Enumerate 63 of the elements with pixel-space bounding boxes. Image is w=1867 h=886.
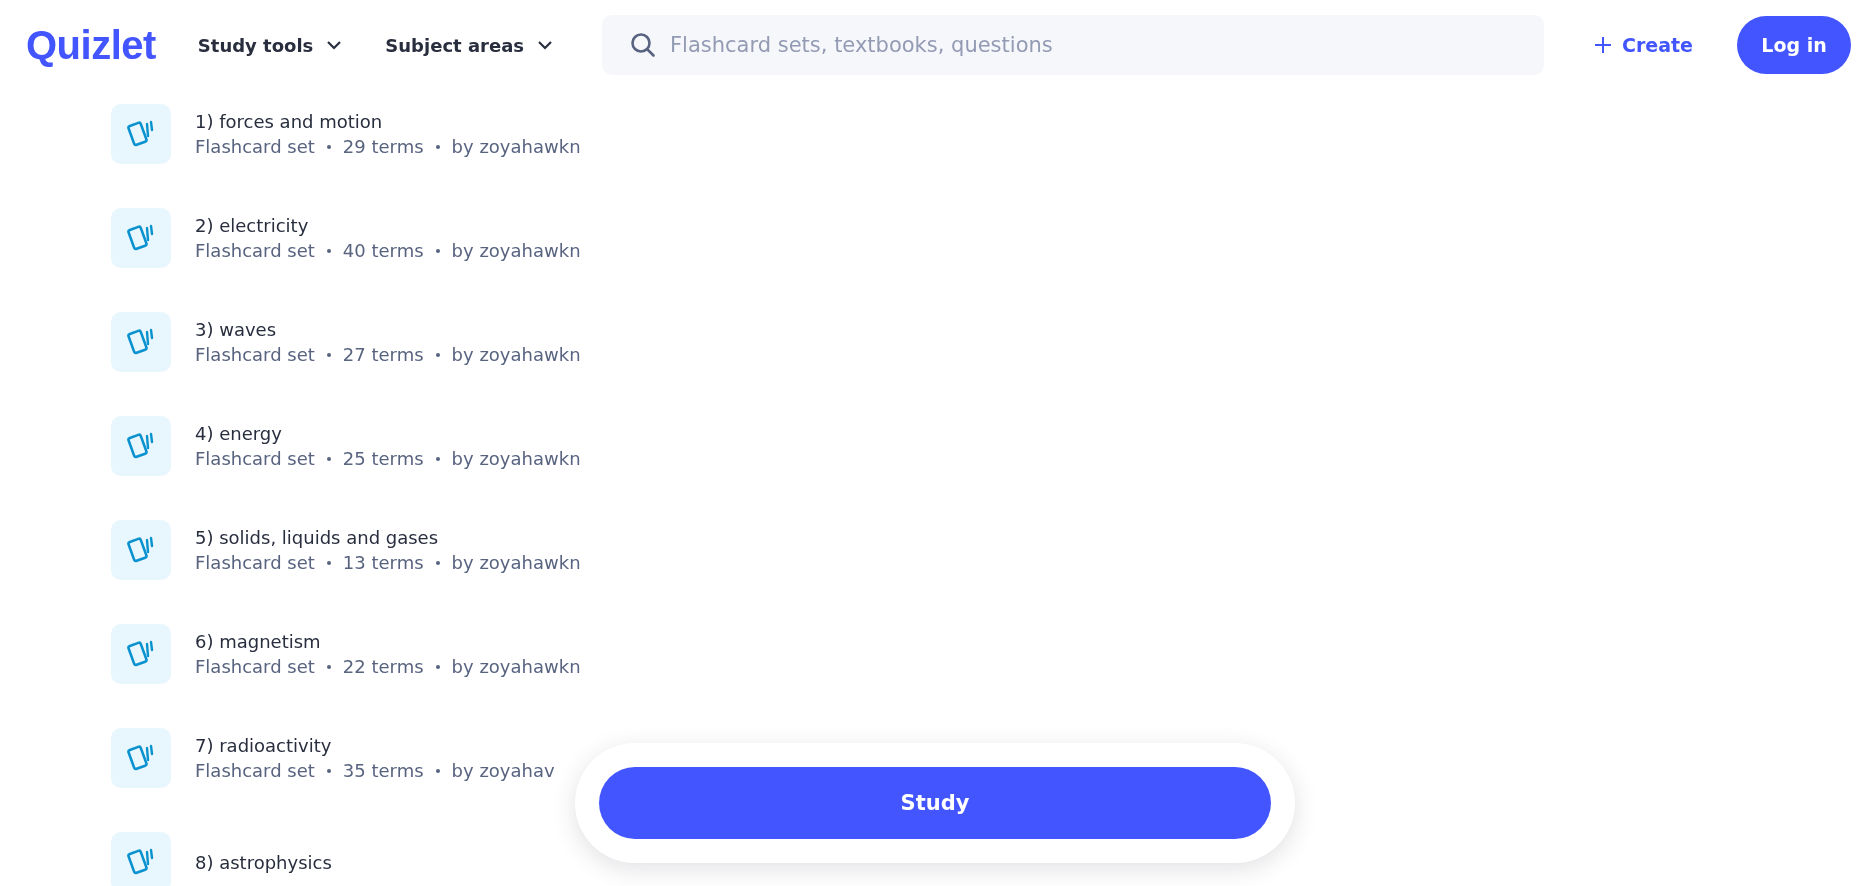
search-bar[interactable]: Flashcard sets, textbooks, questions: [602, 15, 1544, 75]
set-author: by zoyahawkn: [451, 136, 581, 157]
set-type: Flashcard set: [195, 136, 315, 157]
chevron-down-icon: [327, 40, 342, 50]
separator-dot: [435, 248, 440, 253]
term-count: 35 terms: [342, 760, 424, 781]
set-title[interactable]: 6) magnetism: [195, 631, 581, 652]
set-author: by zoyahawkn: [451, 552, 581, 573]
nav-menu-button[interactable]: Subject areas: [385, 34, 553, 56]
set-author: by zoyahav: [451, 760, 555, 781]
separator-dot: [435, 352, 440, 357]
flashcard-set-thumbnail[interactable]: [111, 832, 171, 886]
set-title[interactable]: 2) electricity: [195, 215, 581, 236]
set-type: Flashcard set: [195, 656, 315, 677]
separator-dot: [435, 768, 440, 773]
flashcard-set-thumbnail[interactable]: [111, 416, 171, 476]
chevron-down-icon: [538, 40, 553, 50]
separator-dot: [326, 352, 331, 357]
term-count: 25 terms: [342, 448, 424, 469]
set-type: Flashcard set: [195, 552, 315, 573]
set-title[interactable]: 7) radioactivity: [195, 735, 555, 756]
separator-dot: [435, 560, 440, 565]
study-button[interactable]: Study: [599, 767, 1271, 839]
set-title[interactable]: 1) forces and motion: [195, 111, 581, 132]
separator-dot: [435, 456, 440, 461]
search-field[interactable]: Flashcard sets, textbooks, questions: [670, 33, 1524, 57]
separator-dot: [326, 248, 331, 253]
separator-dot: [326, 560, 331, 565]
set-type: Flashcard set: [195, 760, 315, 781]
flashcard-set-thumbnail[interactable]: [111, 728, 171, 788]
separator-dot: [326, 456, 331, 461]
separator-dot: [326, 768, 331, 773]
logo[interactable]: Quizlet: [26, 22, 156, 68]
separator-dot: [326, 664, 331, 669]
separator-dot: [326, 144, 331, 149]
set-type: Flashcard set: [195, 344, 315, 365]
term-count: 40 terms: [342, 240, 424, 261]
separator-dot: [435, 144, 440, 149]
set-author: by zoyahawkn: [451, 448, 581, 469]
flashcard-set-thumbnail[interactable]: [111, 624, 171, 684]
set-title[interactable]: 3) waves: [195, 319, 581, 340]
flashcard-set-thumbnail[interactable]: [111, 520, 171, 580]
flashcard-set-thumbnail[interactable]: [111, 312, 171, 372]
flashcard-set-thumbnail[interactable]: [111, 104, 171, 164]
term-count: 13 terms: [342, 552, 424, 573]
set-title[interactable]: 5) solids, liquids and gases: [195, 527, 581, 548]
set-type: Flashcard set: [195, 448, 315, 469]
create-button[interactable]: Create: [1594, 34, 1693, 56]
set-type: Flashcard set: [195, 240, 315, 261]
set-author: by zoyahawkn: [451, 240, 581, 261]
nav-menu-button[interactable]: Study tools: [197, 34, 342, 56]
flashcard-set-thumbnail[interactable]: [111, 208, 171, 268]
set-author: by zoyahawkn: [451, 656, 581, 677]
term-count: 29 terms: [342, 136, 424, 157]
plus-icon: [1594, 36, 1612, 54]
set-title[interactable]: 4) energy: [195, 423, 581, 444]
login-button[interactable]: Log in: [1737, 16, 1851, 74]
term-count: 22 terms: [342, 656, 424, 677]
search-icon: [630, 32, 657, 58]
set-title[interactable]: 8) astrophysics: [195, 851, 332, 873]
term-count: 27 terms: [342, 344, 424, 365]
separator-dot: [435, 664, 440, 669]
set-author: by zoyahawkn: [451, 344, 581, 365]
